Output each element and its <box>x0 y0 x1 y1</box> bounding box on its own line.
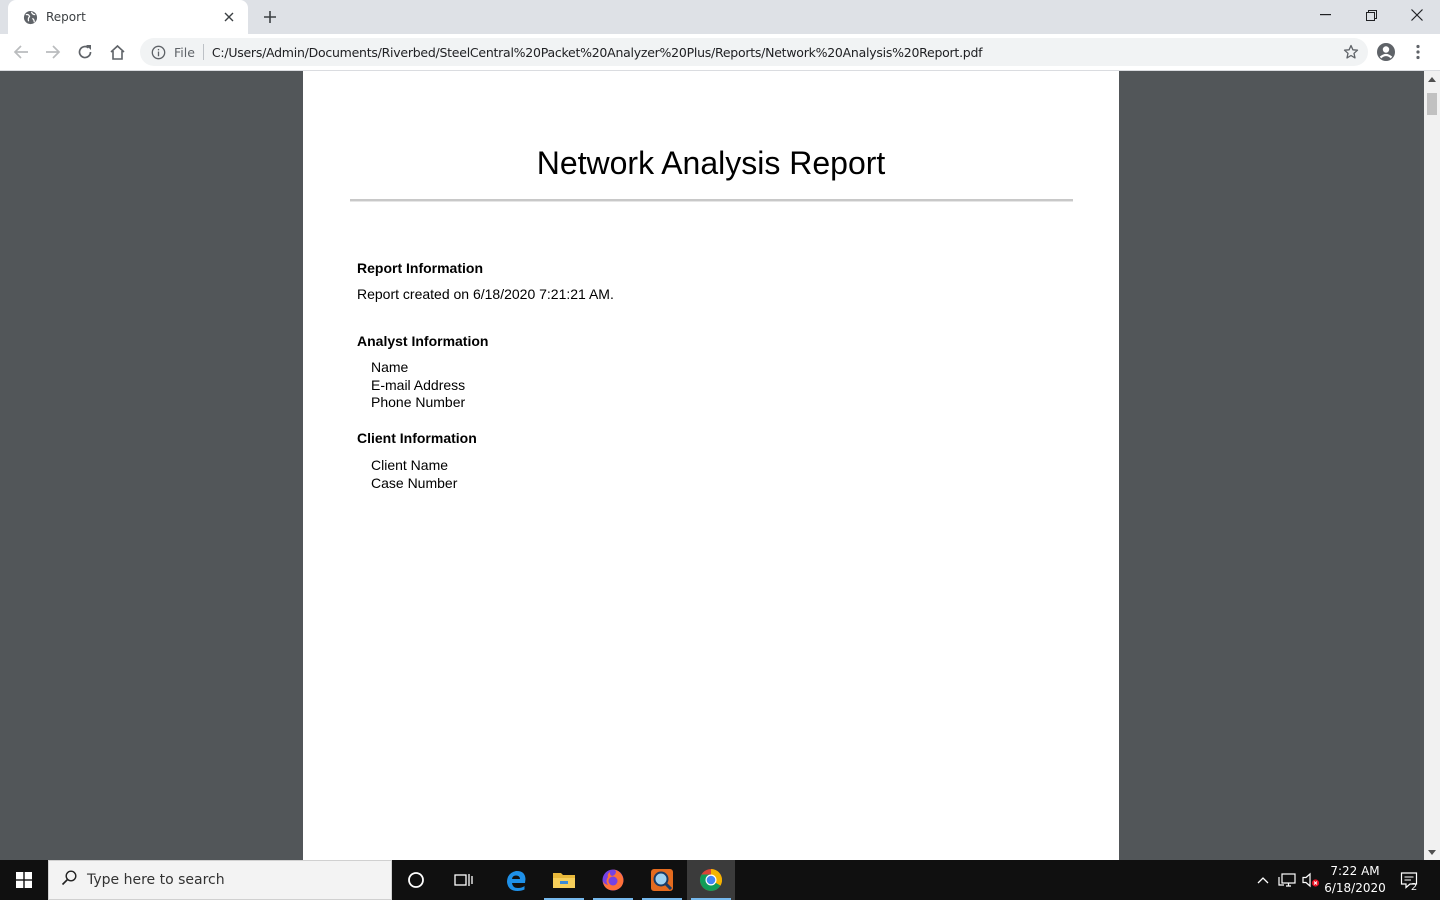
scheme-label: File <box>174 44 195 60</box>
vertical-scrollbar[interactable] <box>1424 71 1440 860</box>
network-icon[interactable] <box>1276 860 1298 900</box>
restore-button[interactable] <box>1348 0 1394 30</box>
reload-button[interactable] <box>72 39 98 65</box>
task-view-icon[interactable] <box>440 860 488 900</box>
menu-kebab-icon[interactable] <box>1405 39 1431 65</box>
profile-icon[interactable] <box>1373 39 1399 65</box>
clock-date: 6/18/2020 <box>1324 881 1386 895</box>
tab-title: Report <box>46 10 86 24</box>
windows-taskbar: Type here to search 7:22 AM 6/18/2020 2 <box>0 860 1440 900</box>
volume-muted-icon[interactable] <box>1300 860 1322 900</box>
title-divider <box>350 199 1073 202</box>
clock-time: 7:22 AM <box>1330 864 1380 878</box>
chrome-icon[interactable] <box>687 860 735 900</box>
taskbar-clock[interactable]: 7:22 AM 6/18/2020 <box>1322 860 1388 900</box>
client-info-heading: Client Information <box>357 430 477 446</box>
client-field-case: Case Number <box>371 475 458 491</box>
taskbar-search-box[interactable]: Type here to search <box>48 860 392 900</box>
packet-analyzer-icon[interactable] <box>638 860 686 900</box>
address-divider <box>202 44 204 60</box>
scroll-up-icon[interactable] <box>1424 71 1440 87</box>
globe-icon <box>22 9 38 25</box>
pdf-page: Network Analysis Report Report Informati… <box>303 71 1119 860</box>
star-icon[interactable] <box>1342 43 1360 61</box>
tab-report[interactable]: Report <box>8 0 248 34</box>
back-button[interactable] <box>8 39 34 65</box>
scroll-down-icon[interactable] <box>1424 844 1440 860</box>
report-info-heading: Report Information <box>357 260 483 276</box>
report-created-text: Report created on 6/18/2020 7:21:21 AM. <box>357 286 614 302</box>
notification-count-badge: 2 <box>1410 882 1418 893</box>
firefox-icon[interactable] <box>589 860 637 900</box>
close-window-button[interactable] <box>1394 0 1440 30</box>
tab-strip: Report <box>0 0 1440 34</box>
document-title: Network Analysis Report <box>536 145 886 181</box>
address-bar[interactable]: File C:/Users/Admin/Documents/Riverbed/S… <box>140 38 1368 66</box>
edge-browser-icon[interactable] <box>492 860 540 900</box>
analyst-field-phone: Phone Number <box>371 394 466 410</box>
client-field-name: Client Name <box>371 457 449 473</box>
new-tab-button[interactable] <box>258 6 282 28</box>
forward-button[interactable] <box>40 39 66 65</box>
windows-start-icon[interactable] <box>0 860 48 900</box>
analyst-info-heading: Analyst Information <box>357 333 489 349</box>
file-explorer-icon[interactable] <box>540 860 588 900</box>
search-placeholder: Type here to search <box>87 872 225 888</box>
close-tab-icon[interactable] <box>220 8 238 26</box>
scroll-thumb[interactable] <box>1427 93 1437 115</box>
browser-toolbar: File C:/Users/Admin/Documents/Riverbed/S… <box>0 34 1440 71</box>
minimize-button[interactable] <box>1302 0 1348 30</box>
home-button[interactable] <box>104 39 130 65</box>
cortana-icon[interactable] <box>392 860 440 900</box>
info-icon[interactable] <box>150 44 166 60</box>
analyst-field-email: E-mail Address <box>371 377 466 393</box>
analyst-field-name: Name <box>371 359 409 375</box>
search-icon <box>61 869 77 891</box>
chevron-up-icon[interactable] <box>1252 860 1274 900</box>
pdf-viewer: Network Analysis Report Report Informati… <box>0 71 1424 860</box>
url-text[interactable]: C:/Users/Admin/Documents/Riverbed/SteelC… <box>212 45 983 60</box>
